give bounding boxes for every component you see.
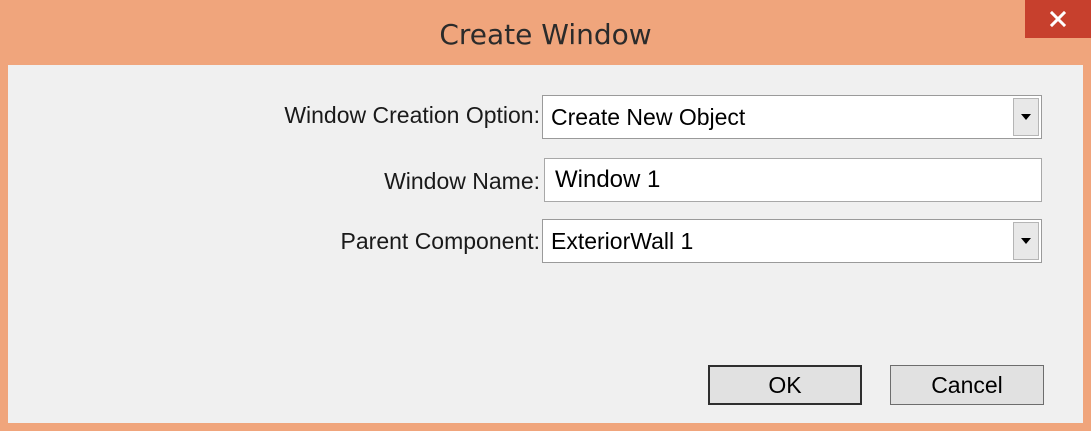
creation-option-dropdown-button[interactable]	[1013, 98, 1039, 136]
create-window-dialog: Create Window Window Creation Option: Cr…	[0, 0, 1091, 431]
close-icon	[1050, 11, 1066, 27]
parent-component-label: Parent Component:	[340, 228, 540, 254]
dialog-body: Window Creation Option: Create New Objec…	[8, 65, 1083, 423]
title-bar[interactable]: Create Window	[0, 0, 1091, 65]
window-name-input[interactable]	[544, 158, 1042, 202]
dialog-title: Create Window	[439, 18, 652, 51]
ok-button[interactable]: OK	[708, 365, 862, 405]
cancel-button[interactable]: Cancel	[890, 365, 1044, 405]
chevron-down-icon	[1021, 238, 1031, 244]
window-name-label: Window Name:	[384, 168, 540, 194]
chevron-down-icon	[1021, 114, 1031, 120]
parent-component-select[interactable]: ExteriorWall 1	[542, 219, 1042, 263]
parent-component-dropdown-button[interactable]	[1013, 222, 1039, 260]
creation-option-label: Window Creation Option:	[284, 102, 540, 128]
creation-option-select[interactable]: Create New Object	[542, 95, 1042, 139]
parent-component-value: ExteriorWall 1	[551, 228, 694, 254]
close-button[interactable]	[1025, 0, 1091, 38]
creation-option-value: Create New Object	[551, 104, 746, 130]
